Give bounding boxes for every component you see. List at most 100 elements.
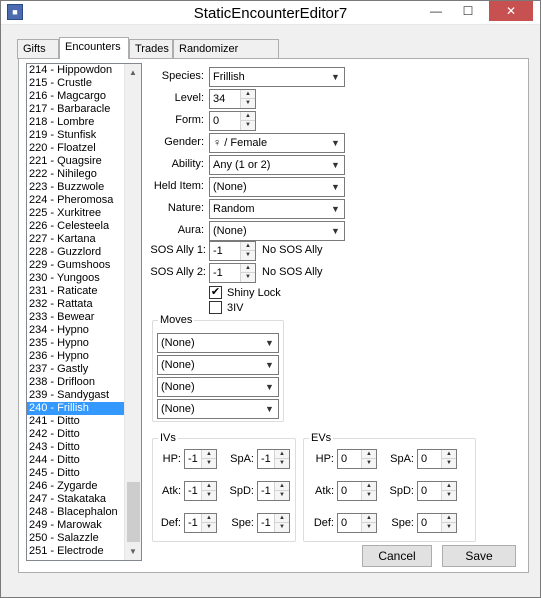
- three-iv-checkbox[interactable]: [209, 301, 222, 314]
- ev-spd-label: SpD:: [389, 485, 414, 497]
- spinner-icon[interactable]: ▲ ▼: [441, 482, 456, 500]
- move-4-combo[interactable]: (None) ▼: [157, 399, 279, 419]
- moves-group: Moves (None) ▼ (None) ▼ (None) ▼ (None) ▼: [152, 314, 284, 422]
- sos-ally-1-stepper[interactable]: -1 ▲ ▼: [209, 241, 256, 261]
- ability-label: Ability:: [171, 158, 204, 170]
- species-value: Frillish: [213, 71, 245, 83]
- spinner-icon[interactable]: ▲ ▼: [361, 482, 376, 500]
- cancel-button[interactable]: Cancel: [362, 545, 432, 567]
- tab-gifts[interactable]: Gifts: [17, 39, 59, 59]
- ev-spe-value: 0: [421, 517, 428, 529]
- aura-label: Aura:: [177, 224, 204, 236]
- iv-atk-stepper[interactable]: -1 ▲ ▼: [184, 481, 217, 501]
- species-combo[interactable]: Frillish ▼: [209, 67, 345, 87]
- iv-def-value: -1: [188, 517, 198, 529]
- ev-spd-value: 0: [421, 485, 428, 497]
- title-bar: ■ StaticEncounterEditor7 — ☐ ✕: [1, 1, 540, 25]
- tab-randomizer-options[interactable]: Randomizer Options: [173, 39, 279, 73]
- held-item-combo[interactable]: (None) ▼: [209, 177, 345, 197]
- iv-spe-label: Spe:: [231, 517, 254, 529]
- spinner-icon[interactable]: ▲ ▼: [274, 482, 289, 500]
- ev-spa-stepper[interactable]: 0 ▲ ▼: [417, 449, 457, 469]
- iv-spa-label: SpA:: [230, 453, 254, 465]
- ev-atk-stepper[interactable]: 0 ▲ ▼: [337, 481, 377, 501]
- ev-def-value: 0: [341, 517, 348, 529]
- chevron-down-icon: ▼: [331, 204, 340, 214]
- maximize-button[interactable]: ☐: [453, 1, 483, 21]
- move-2-combo[interactable]: (None) ▼: [157, 355, 279, 375]
- spinner-icon[interactable]: ▲ ▼: [441, 514, 456, 532]
- iv-spe-value: -1: [261, 517, 271, 529]
- iv-def-stepper[interactable]: -1 ▲ ▼: [184, 513, 217, 533]
- form-stepper[interactable]: 0 ▲ ▼: [209, 111, 256, 131]
- spinner-icon[interactable]: ▲ ▼: [201, 482, 216, 500]
- aura-value: (None): [213, 225, 247, 237]
- gender-combo[interactable]: ♀ / Female ▼: [209, 133, 345, 153]
- nature-combo[interactable]: Random ▼: [209, 199, 345, 219]
- move-1-combo[interactable]: (None) ▼: [157, 333, 279, 353]
- iv-hp-stepper[interactable]: -1 ▲ ▼: [184, 449, 217, 469]
- move-1-value: (None): [161, 337, 195, 349]
- move-3-value: (None): [161, 381, 195, 393]
- spinner-icon[interactable]: ▲ ▼: [274, 450, 289, 468]
- scroll-down-icon[interactable]: ▼: [125, 543, 141, 560]
- iv-spd-stepper[interactable]: -1 ▲ ▼: [257, 481, 290, 501]
- sos-ally-1-name: No SOS Ally: [262, 244, 323, 256]
- chevron-down-icon: ▼: [265, 360, 274, 370]
- sos-ally-2-value: -1: [213, 267, 223, 279]
- iv-spa-value: -1: [261, 453, 271, 465]
- spinner-icon[interactable]: ▲ ▼: [361, 450, 376, 468]
- ev-def-stepper[interactable]: 0 ▲ ▼: [337, 513, 377, 533]
- aura-combo[interactable]: (None) ▼: [209, 221, 345, 241]
- minimize-button[interactable]: —: [421, 1, 451, 21]
- sos-ally-2-stepper[interactable]: -1 ▲ ▼: [209, 263, 256, 283]
- iv-spa-stepper[interactable]: -1 ▲ ▼: [257, 449, 290, 469]
- editor-window: ■ StaticEncounterEditor7 — ☐ ✕ Gifts Enc…: [0, 0, 541, 598]
- chevron-down-icon: ▼: [265, 338, 274, 348]
- shiny-lock-checkbox[interactable]: ✔: [209, 286, 222, 299]
- spinner-icon[interactable]: ▲ ▼: [240, 242, 255, 260]
- save-button[interactable]: Save: [442, 545, 516, 567]
- chevron-down-icon: ▼: [331, 226, 340, 236]
- ability-value: Any (1 or 2): [213, 159, 271, 171]
- spinner-icon[interactable]: ▲ ▼: [274, 514, 289, 532]
- chevron-down-icon: ▼: [331, 160, 340, 170]
- move-4-value: (None): [161, 403, 195, 415]
- scroll-thumb[interactable]: [127, 482, 140, 542]
- ev-spa-label: SpA:: [390, 453, 414, 465]
- encounters-panel: 214 - Hippowdon 215 - Crustle 216 - Magcar…: [18, 58, 529, 573]
- gender-value: ♀ / Female: [213, 137, 268, 149]
- evs-label: EVs: [309, 432, 334, 444]
- iv-hp-value: -1: [188, 453, 198, 465]
- spinner-icon[interactable]: ▲ ▼: [240, 112, 255, 130]
- sos-ally-1-label: SOS Ally 1:: [150, 244, 206, 256]
- sos-ally-2-label: SOS Ally 2:: [150, 266, 206, 278]
- list-scrollbar[interactable]: ▲ ▼: [124, 64, 141, 560]
- ev-hp-stepper[interactable]: 0 ▲ ▼: [337, 449, 377, 469]
- ev-spa-value: 0: [421, 453, 428, 465]
- ev-atk-label: Atk:: [315, 485, 334, 497]
- gender-label: Gender:: [164, 136, 204, 148]
- iv-spe-stepper[interactable]: -1 ▲ ▼: [257, 513, 290, 533]
- spinner-icon[interactable]: ▲ ▼: [240, 90, 255, 108]
- chevron-down-icon: ▼: [331, 138, 340, 148]
- nature-value: Random: [213, 203, 255, 215]
- spinner-icon[interactable]: ▲ ▼: [361, 514, 376, 532]
- spinner-icon[interactable]: ▲ ▼: [441, 450, 456, 468]
- scroll-up-icon[interactable]: ▲: [125, 64, 141, 81]
- ev-spd-stepper[interactable]: 0 ▲ ▼: [417, 481, 457, 501]
- encounter-listbox[interactable]: 214 - Hippowdon 215 - Crustle 216 - Magcar…: [26, 63, 142, 561]
- close-button[interactable]: ✕: [489, 1, 533, 21]
- ivs-group: IVs HP: -1 ▲ ▼ Atk: -1 ▲ ▼ Def: -1 ▲ ▼ SpA: -1…: [152, 432, 296, 542]
- ability-combo[interactable]: Any (1 or 2) ▼: [209, 155, 345, 175]
- ev-def-label: Def:: [313, 517, 334, 529]
- tab-trades[interactable]: Trades: [129, 39, 173, 59]
- tab-encounters[interactable]: Encounters: [59, 37, 129, 59]
- level-stepper[interactable]: 34 ▲ ▼: [209, 89, 256, 109]
- spinner-icon[interactable]: ▲ ▼: [201, 514, 216, 532]
- move-3-combo[interactable]: (None) ▼: [157, 377, 279, 397]
- spinner-icon[interactable]: ▲ ▼: [240, 264, 255, 282]
- ev-spe-stepper[interactable]: 0 ▲ ▼: [417, 513, 457, 533]
- ev-hp-value: 0: [341, 453, 348, 465]
- spinner-icon[interactable]: ▲ ▼: [201, 450, 216, 468]
